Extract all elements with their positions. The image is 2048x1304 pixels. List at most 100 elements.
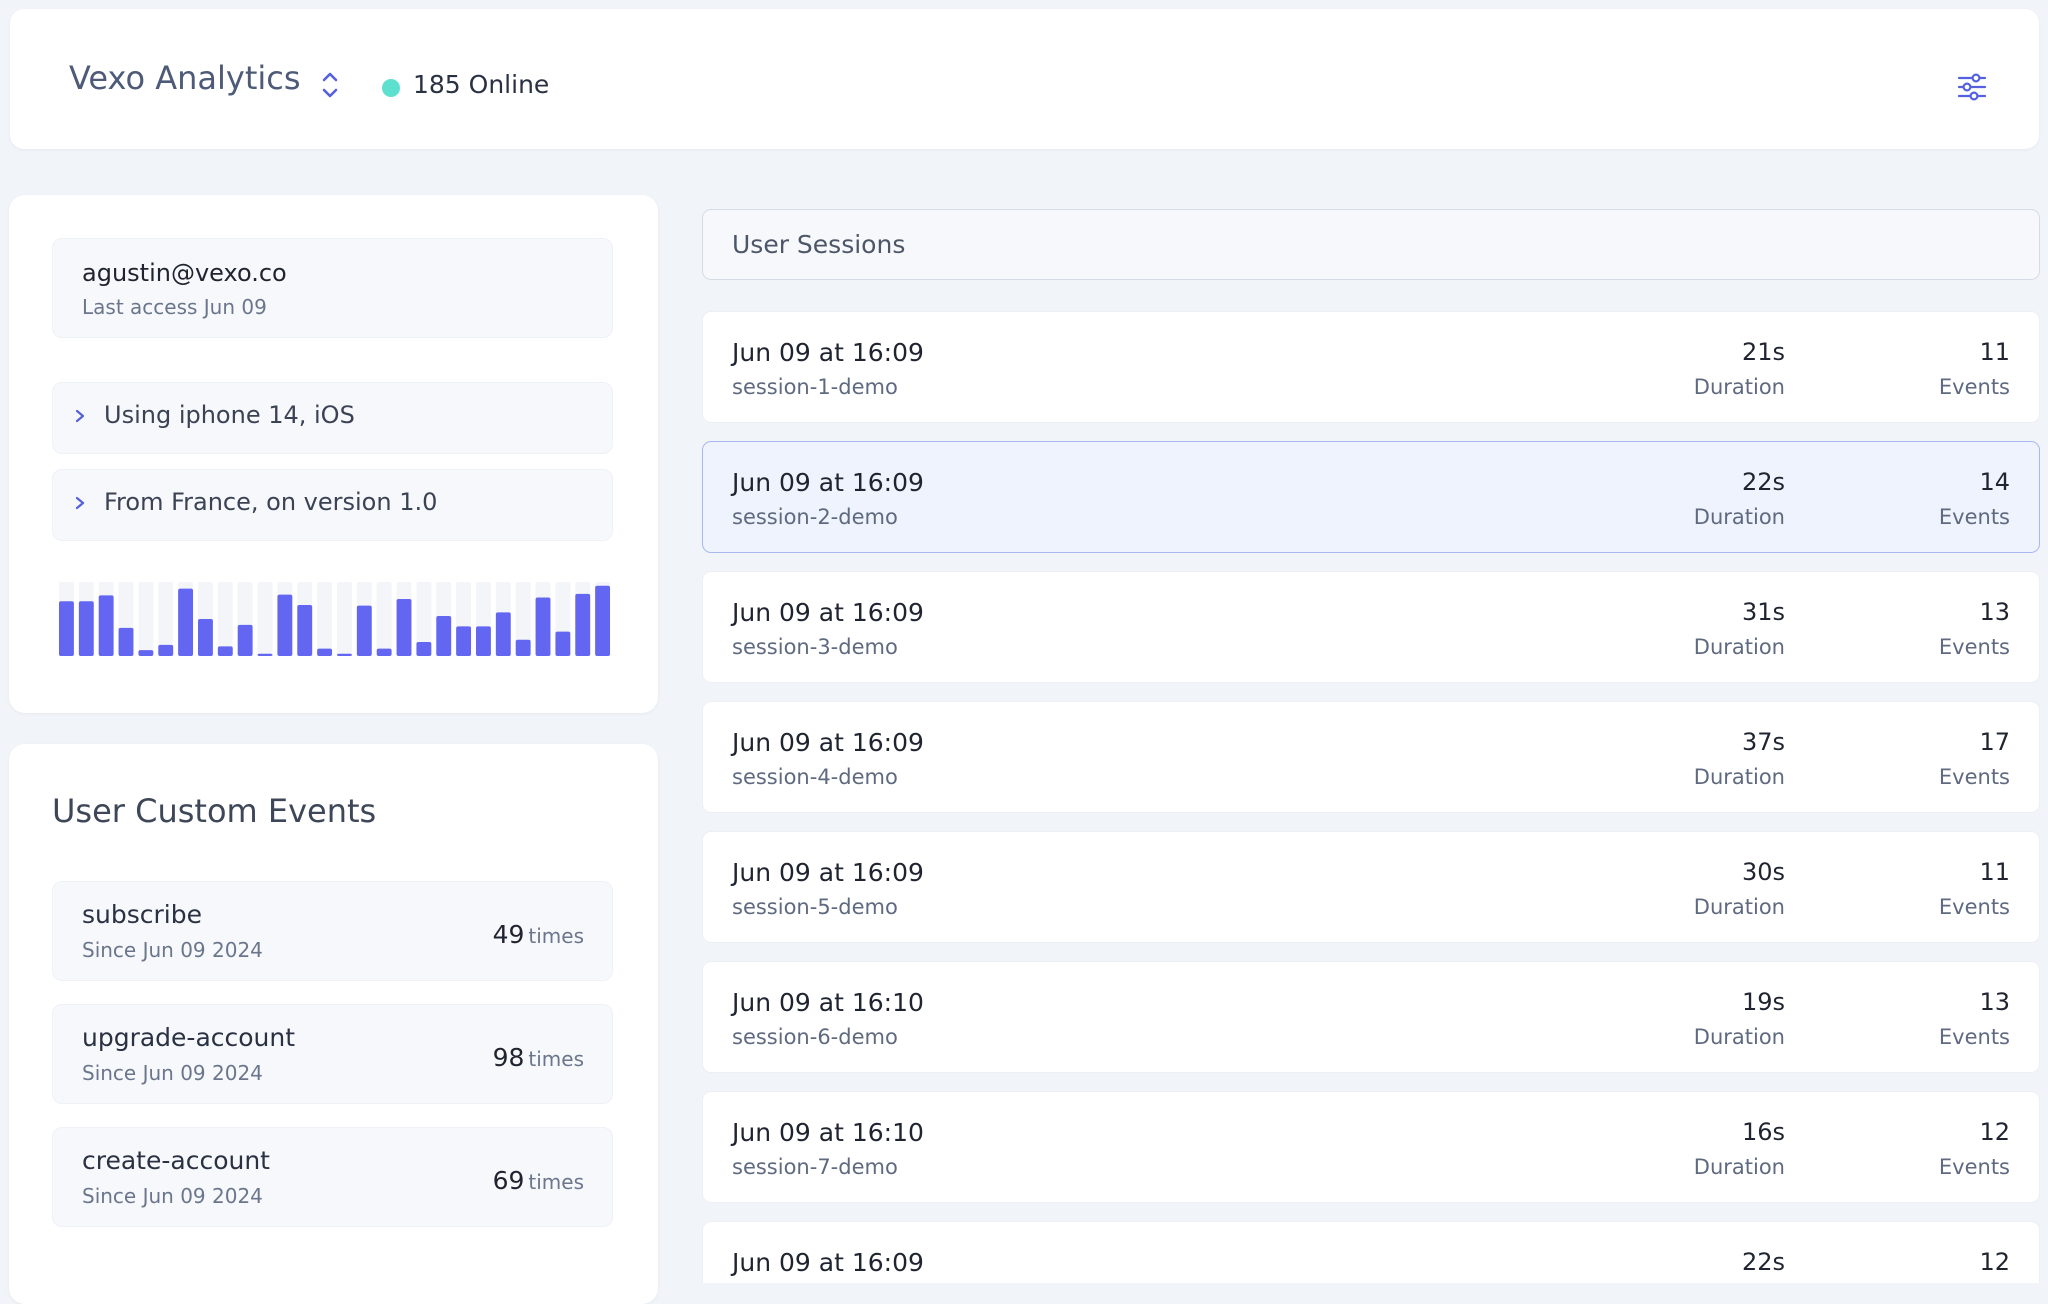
events-label: Events <box>1938 505 2010 529</box>
session-duration: 37s <box>1741 728 1785 756</box>
filter-button[interactable] <box>1950 65 1994 109</box>
chevron-right-icon <box>75 409 85 423</box>
activity-bar-track <box>376 582 392 656</box>
duration-label: Duration <box>1693 895 1785 919</box>
event-count: 49 times <box>492 920 584 949</box>
duration-label: Duration <box>1693 1155 1785 1179</box>
event-count: 69 times <box>492 1166 584 1195</box>
duration-label: Duration <box>1693 765 1785 789</box>
session-events: 13 <box>1979 988 2010 1016</box>
location-info-row[interactable]: From France, on version 1.0 <box>52 469 613 541</box>
activity-bar <box>356 605 372 656</box>
duration-label: Duration <box>1693 505 1785 529</box>
activity-bar <box>198 619 213 656</box>
activity-bar <box>98 595 114 656</box>
activity-bar <box>436 616 452 656</box>
activity-bar <box>257 653 273 656</box>
session-row[interactable]: Jun 09 at 16:09 session-1-demo 21s Durat… <box>702 311 2040 423</box>
session-date: Jun 09 at 16:09 <box>732 468 924 497</box>
events-label: Events <box>1938 375 2010 399</box>
user-email: agustin@vexo.co <box>82 259 287 287</box>
activity-bar <box>476 626 491 656</box>
session-events: 12 <box>1979 1118 2010 1146</box>
session-duration: 16s <box>1741 1118 1785 1146</box>
event-name: upgrade-account <box>82 1023 296 1052</box>
device-info-row[interactable]: Using iphone 14, iOS <box>52 382 613 454</box>
event-name: subscribe <box>82 900 202 929</box>
app-title[interactable]: Vexo Analytics <box>69 59 301 97</box>
activity-sparkline <box>59 582 611 656</box>
device-info: Using iphone 14, iOS <box>104 401 355 429</box>
session-events: 11 <box>1979 858 2010 886</box>
session-id: session-2-demo <box>732 505 898 529</box>
session-events: 13 <box>1979 598 2010 626</box>
custom-event-item[interactable]: subscribe Since Jun 09 2024 49 times <box>52 881 613 981</box>
session-duration: 19s <box>1741 988 1785 1016</box>
user-identity: agustin@vexo.co Last access Jun 09 <box>52 238 613 338</box>
session-date: Jun 09 at 16:09 <box>732 598 924 627</box>
activity-bar <box>515 639 531 656</box>
session-row[interactable]: Jun 09 at 16:09 session-4-demo 37s Durat… <box>702 701 2040 813</box>
session-row[interactable]: Jun 09 at 16:09 session-2-demo 22s Durat… <box>702 441 2040 553</box>
session-id: session-5-demo <box>732 895 898 919</box>
session-id: session-6-demo <box>732 1025 898 1049</box>
session-date: Jun 09 at 16:09 <box>732 728 924 757</box>
activity-bar <box>118 627 134 656</box>
event-since: Since Jun 09 2024 <box>82 1184 263 1208</box>
session-id: session-3-demo <box>732 635 898 659</box>
session-row[interactable]: Jun 09 at 16:09 session-3-demo 31s Durat… <box>702 571 2040 683</box>
duration-label: Duration <box>1693 1025 1785 1049</box>
location-info: From France, on version 1.0 <box>104 488 438 516</box>
activity-bar <box>416 641 432 656</box>
activity-bar <box>158 644 174 656</box>
session-events: 11 <box>1979 338 2010 366</box>
custom-event-item[interactable]: create-account Since Jun 09 2024 69 times <box>52 1127 613 1227</box>
events-label: Events <box>1938 765 2010 789</box>
activity-bar <box>396 599 412 656</box>
session-id: session-1-demo <box>732 375 898 399</box>
custom-event-item[interactable]: upgrade-account Since Jun 09 2024 98 time… <box>52 1004 613 1104</box>
sessions-header: User Sessions <box>702 209 2040 280</box>
session-id: session-7-demo <box>732 1155 898 1179</box>
session-row[interactable]: Jun 09 at 16:10 session-7-demo 16s Durat… <box>702 1091 2040 1203</box>
activity-bar <box>376 648 392 656</box>
activity-bar-track <box>217 582 233 656</box>
activity-bar-track <box>317 582 333 656</box>
chevron-up-down-icon[interactable] <box>316 67 344 103</box>
activity-bar <box>456 626 472 656</box>
sliders-icon <box>1957 73 1987 101</box>
events-label: Events <box>1938 1155 2010 1179</box>
event-name: create-account <box>82 1146 270 1175</box>
custom-events-title: User Custom Events <box>52 792 377 830</box>
session-events: 14 <box>1979 468 2010 496</box>
session-date: Jun 09 at 16:09 <box>732 858 924 887</box>
event-since: Since Jun 09 2024 <box>82 1061 263 1085</box>
activity-bar-track <box>257 582 273 656</box>
session-row[interactable]: Jun 09 at 16:09 session-8-demo 22s Durat… <box>702 1221 2040 1283</box>
activity-bar <box>337 653 352 656</box>
chevron-right-icon <box>75 496 85 510</box>
session-duration: 21s <box>1741 338 1785 366</box>
activity-bar <box>138 650 154 656</box>
session-list: Jun 09 at 16:09 session-1-demo 21s Durat… <box>702 311 2040 1283</box>
session-duration: 30s <box>1741 858 1785 886</box>
session-id: session-4-demo <box>732 765 898 789</box>
session-events: 17 <box>1979 728 2010 756</box>
sessions-title: User Sessions <box>732 230 906 259</box>
events-label: Events <box>1938 1025 2010 1049</box>
top-bar: Vexo Analytics 185 Online <box>10 9 2039 149</box>
custom-events-card: User Custom Events subscribe Since Jun 0… <box>9 744 658 1304</box>
duration-label: Duration <box>1693 375 1785 399</box>
activity-bar <box>555 631 571 656</box>
activity-bar <box>575 593 591 656</box>
session-row[interactable]: Jun 09 at 16:10 session-6-demo 19s Durat… <box>702 961 2040 1073</box>
session-date: Jun 09 at 16:10 <box>732 988 924 1017</box>
session-date: Jun 09 at 16:10 <box>732 1118 924 1147</box>
online-count: 185 Online <box>413 70 550 99</box>
user-profile-card: agustin@vexo.co Last access Jun 09 Using… <box>9 195 658 713</box>
activity-bar <box>277 594 293 656</box>
events-label: Events <box>1938 895 2010 919</box>
activity-bar <box>297 604 313 656</box>
session-date: Jun 09 at 16:09 <box>732 338 924 367</box>
session-row[interactable]: Jun 09 at 16:09 session-5-demo 30s Durat… <box>702 831 2040 943</box>
